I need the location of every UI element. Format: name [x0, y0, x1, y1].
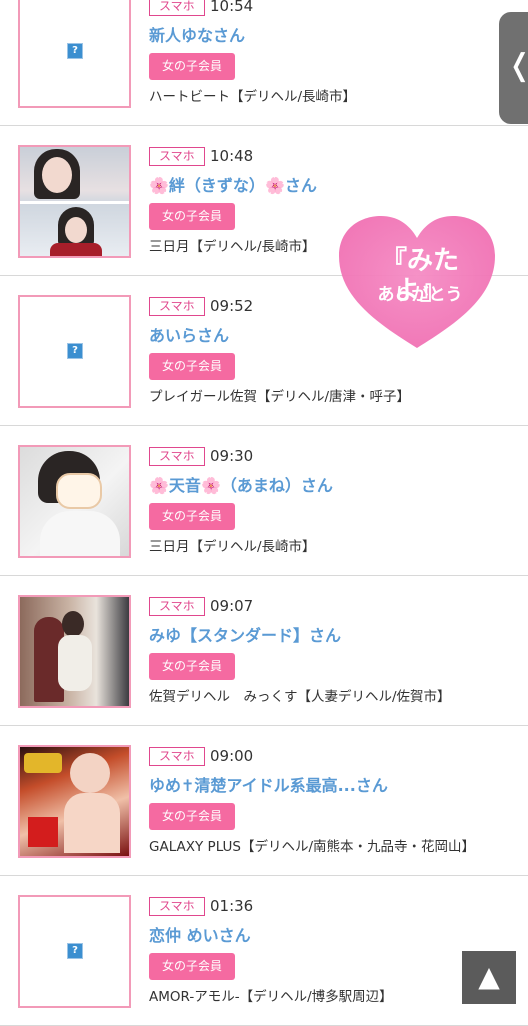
girl-name-link[interactable]: ゆめ✝清楚アイドル系最高...さん — [149, 775, 519, 797]
flower-icon: 🌸 — [264, 176, 285, 195]
name-text: 絆（きずな） — [168, 176, 265, 195]
thanks-label[interactable]: ありがとう — [365, 284, 475, 306]
triangle-up-icon: ▲ — [478, 960, 500, 993]
device-badge: スマホ — [149, 597, 205, 616]
member-badge: 女の子会員 — [149, 803, 236, 830]
list-item[interactable]: スマホ 09:07 みゆ【スタンダード】さん 女の子会員 佐賀デリヘル みっくす… — [0, 576, 528, 726]
profile-photo — [20, 147, 129, 256]
list-item[interactable]: ? スマホ 01:36 恋仲 めいさん 女の子会員 AMOR-アモル-【デリヘル… — [0, 876, 528, 1026]
timestamp: 09:00 — [210, 747, 254, 765]
profile-photo — [20, 447, 129, 556]
member-badge: 女の子会員 — [149, 503, 236, 530]
name-suffix: （あまね）さん — [220, 476, 333, 495]
shop-info: ハートビート【デリヘル/長崎市】 — [149, 89, 357, 105]
broken-image-icon: ? — [67, 43, 83, 59]
girl-name-link[interactable]: 🌸絆（きずな）🌸さん — [149, 175, 519, 197]
shop-info: プレイガール佐賀【デリヘル/唐津・呼子】 — [149, 389, 411, 405]
timestamp: 09:52 — [210, 297, 254, 315]
thumbnail[interactable] — [18, 745, 131, 858]
shop-info: 佐賀デリヘル みっくす【人妻デリヘル/佐賀市】 — [149, 689, 451, 705]
profile-photo — [20, 747, 129, 856]
chevron-left-icon: ❬ — [507, 46, 528, 86]
member-badge: 女の子会員 — [149, 353, 236, 380]
member-badge: 女の子会員 — [149, 53, 236, 80]
list-item[interactable]: ? スマホ 10:54 新人ゆなさん 女の子会員 ハートビート【デリヘル/長崎市… — [0, 0, 528, 126]
timestamp: 10:54 — [210, 0, 254, 15]
name-text: 天音 — [168, 476, 201, 495]
thumbnail[interactable] — [18, 595, 131, 708]
profile-photo — [20, 597, 129, 706]
thumbnail[interactable]: ? — [18, 895, 131, 1008]
timestamp: 09:07 — [210, 597, 254, 615]
flower-icon: 🌸 — [149, 476, 169, 495]
device-badge: スマホ — [149, 147, 205, 166]
broken-image-icon: ? — [67, 943, 83, 959]
device-badge: スマホ — [149, 747, 205, 766]
girl-name-link[interactable]: みゆ【スタンダード】さん — [149, 625, 519, 647]
thumbnail[interactable]: ? — [18, 295, 131, 408]
member-badge: 女の子会員 — [149, 203, 236, 230]
scroll-to-top-button[interactable]: ▲ — [462, 951, 516, 1004]
shop-info: 三日月【デリヘル/長崎市】 — [149, 539, 316, 555]
device-badge: スマホ — [149, 297, 205, 316]
broken-image-icon: ? — [67, 343, 83, 359]
girl-name-link[interactable]: 新人ゆなさん — [149, 25, 519, 47]
device-badge: スマホ — [149, 0, 205, 16]
device-badge: スマホ — [149, 447, 205, 466]
girl-name-link[interactable]: 恋仲 めいさん — [149, 925, 519, 947]
shop-info: GALAXY PLUS【デリヘル/南熊本・九品寺・花岡山】 — [149, 839, 476, 855]
girl-name-link[interactable]: 🌸天音🌸（あまね）さん — [149, 475, 519, 497]
flower-icon: 🌸 — [200, 476, 221, 495]
thumbnail[interactable]: ? — [18, 0, 131, 108]
member-badge: 女の子会員 — [149, 953, 236, 980]
device-badge: スマホ — [149, 897, 205, 916]
thumbnail[interactable] — [18, 145, 131, 258]
name-suffix: さん — [284, 176, 317, 195]
side-menu-tab[interactable]: ❬ — [499, 12, 528, 124]
timestamp: 01:36 — [210, 897, 254, 915]
list-item[interactable]: スマホ 09:30 🌸天音🌸（あまね）さん 女の子会員 三日月【デリヘル/長崎市… — [0, 426, 528, 576]
flower-icon: 🌸 — [149, 176, 169, 195]
thumbnail[interactable] — [18, 445, 131, 558]
timestamp: 09:30 — [210, 447, 254, 465]
message-list: ? スマホ 10:54 新人ゆなさん 女の子会員 ハートビート【デリヘル/長崎市… — [0, 0, 528, 1026]
list-item[interactable]: スマホ 09:00 ゆめ✝清楚アイドル系最高...さん 女の子会員 GALAXY… — [0, 726, 528, 876]
member-badge: 女の子会員 — [149, 653, 236, 680]
timestamp: 10:48 — [210, 147, 254, 165]
